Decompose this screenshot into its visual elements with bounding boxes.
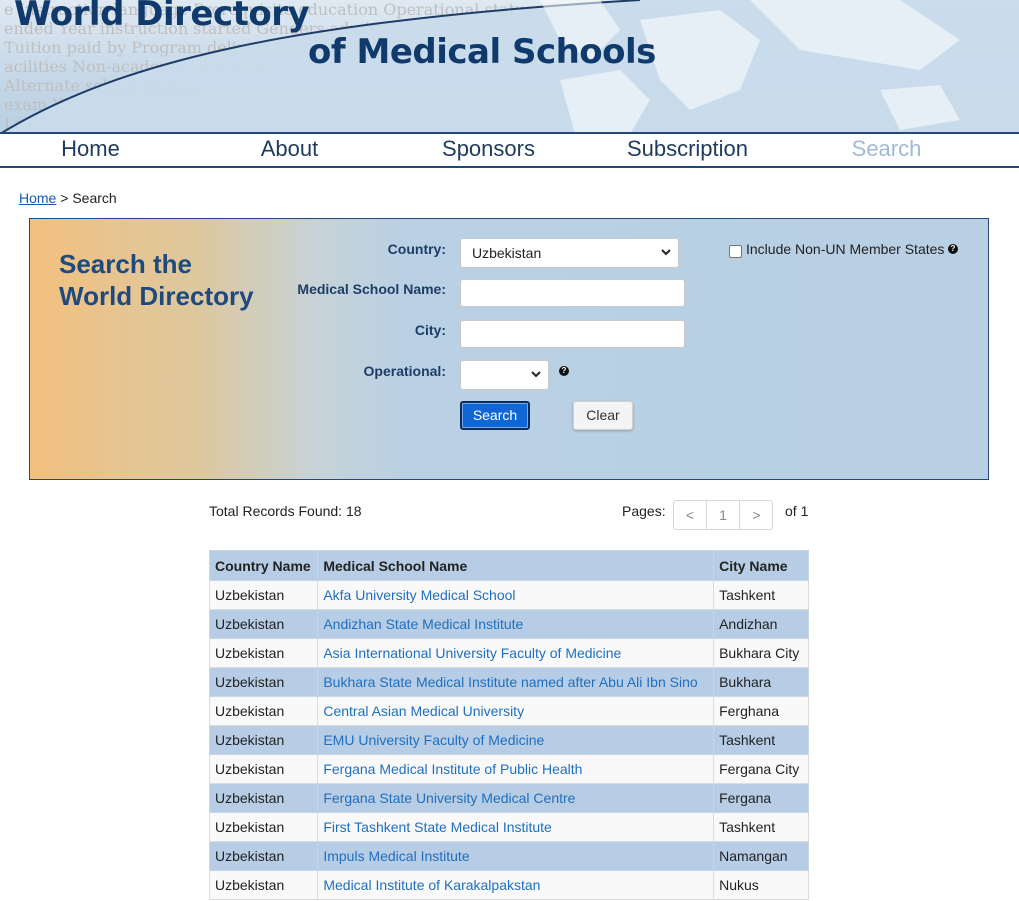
cell-city: Namangan — [713, 841, 809, 871]
column-header-school[interactable]: Medical School Name — [317, 550, 715, 581]
breadcrumb-separator: > — [56, 190, 73, 206]
cell-school: EMU University Faculty of Medicine — [317, 725, 715, 755]
search-panel-title: Search the World Directory — [59, 248, 289, 312]
cell-country: Uzbekistan — [208, 667, 319, 697]
school-link[interactable]: Impuls Medical Institute — [323, 848, 469, 864]
current-page[interactable]: 1 — [707, 501, 740, 529]
cell-city: Ferghana — [713, 696, 809, 726]
cell-school: Akfa University Medical School — [317, 580, 715, 610]
school-link[interactable]: Andizhan State Medical Institute — [323, 616, 523, 632]
clear-button[interactable]: Clear — [573, 401, 633, 430]
school-link[interactable]: Fergana State University Medical Centre — [323, 790, 575, 806]
banner-title-line1: World Directory — [14, 0, 310, 34]
table-row: Uzbekistan Asia International University… — [208, 638, 809, 668]
cell-city: Bukhara — [713, 667, 809, 697]
cell-city: Fergana — [713, 783, 809, 813]
cell-country: Uzbekistan — [208, 725, 319, 755]
cell-city: Tashkent — [713, 812, 809, 842]
total-records: Total Records Found: 18 — [209, 503, 362, 519]
school-link[interactable]: Akfa University Medical School — [323, 587, 515, 603]
school-name-input[interactable] — [460, 279, 685, 307]
cell-school: Fergana Medical Institute of Public Heal… — [317, 754, 715, 784]
operational-select[interactable] — [460, 360, 549, 390]
school-link[interactable]: Fergana Medical Institute of Public Heal… — [323, 761, 582, 777]
site-banner: e Instruction language Prerequisite educ… — [0, 0, 1019, 134]
table-row: Uzbekistan Andizhan State Medical Instit… — [208, 609, 809, 639]
non-un-label: Include Non-UN Member States — [746, 241, 945, 257]
chevron-down-icon — [531, 371, 541, 378]
breadcrumb: Home > Search — [19, 190, 117, 206]
cell-country: Uzbekistan — [208, 638, 319, 668]
cell-country: Uzbekistan — [208, 812, 319, 842]
operational-label: Operational: — [363, 363, 446, 379]
table-row: Uzbekistan EMU University Faculty of Med… — [208, 725, 809, 755]
table-row: Uzbekistan Akfa University Medical Schoo… — [208, 580, 809, 610]
operational-help-icon[interactable]: ? — [559, 366, 569, 376]
column-header-country[interactable]: Country Name — [208, 550, 319, 581]
cell-country: Uzbekistan — [208, 754, 319, 784]
cell-city: Tashkent — [713, 580, 809, 610]
cell-city: Fergana City — [713, 754, 809, 784]
cell-school: First Tashkent State Medical Institute — [317, 812, 715, 842]
cell-city: Nukus — [713, 870, 809, 900]
school-name-label: Medical School Name: — [297, 281, 446, 297]
non-un-checkbox[interactable] — [729, 245, 742, 258]
cell-city: Andizhan — [713, 609, 809, 639]
country-select-value: Uzbekistan — [472, 245, 542, 261]
cell-country: Uzbekistan — [208, 841, 319, 871]
country-select[interactable]: Uzbekistan — [460, 238, 679, 268]
prev-page-button[interactable]: < — [674, 501, 707, 529]
school-link[interactable]: Medical Institute of Karakalpakstan — [323, 877, 540, 893]
breadcrumb-home-link[interactable]: Home — [19, 190, 56, 206]
table-row: Uzbekistan Impuls Medical Institute Nama… — [208, 841, 809, 871]
table-header-row: Country Name Medical School Name City Na… — [208, 550, 809, 581]
table-row: Uzbekistan Fergana State University Medi… — [208, 783, 809, 813]
cell-country: Uzbekistan — [208, 609, 319, 639]
search-button[interactable]: Search — [460, 401, 530, 430]
breadcrumb-current: Search — [72, 190, 117, 206]
results-table: Country Name Medical School Name City Na… — [208, 550, 809, 900]
cell-school: Fergana State University Medical Centre — [317, 783, 715, 813]
country-label: Country: — [387, 241, 446, 257]
page-count: of 1 — [785, 503, 809, 519]
chevron-down-icon — [661, 249, 671, 256]
nav-about[interactable]: About — [190, 136, 389, 162]
search-panel: Search the World Directory Country: Uzbe… — [29, 218, 989, 480]
cell-country: Uzbekistan — [208, 783, 319, 813]
cell-country: Uzbekistan — [208, 580, 319, 610]
school-link[interactable]: First Tashkent State Medical Institute — [323, 819, 552, 835]
column-header-city[interactable]: City Name — [713, 550, 809, 581]
non-un-help-icon[interactable]: ? — [948, 244, 958, 254]
pagination: < 1 > — [673, 500, 773, 530]
cell-school: Andizhan State Medical Institute — [317, 609, 715, 639]
nav-search[interactable]: Search — [787, 136, 986, 162]
school-link[interactable]: Bukhara State Medical Institute named af… — [323, 674, 697, 690]
cell-school: Central Asian Medical University — [317, 696, 715, 726]
cell-school: Impuls Medical Institute — [317, 841, 715, 871]
cell-country: Uzbekistan — [208, 870, 319, 900]
table-row: Uzbekistan Medical Institute of Karakalp… — [208, 870, 809, 900]
pages-label: Pages: — [622, 503, 666, 519]
table-row: Uzbekistan First Tashkent State Medical … — [208, 812, 809, 842]
nav-subscription[interactable]: Subscription — [588, 136, 787, 162]
school-link[interactable]: EMU University Faculty of Medicine — [323, 732, 544, 748]
city-input[interactable] — [460, 320, 685, 348]
table-row: Uzbekistan Bukhara State Medical Institu… — [208, 667, 809, 697]
cell-school: Medical Institute of Karakalpakstan — [317, 870, 715, 900]
city-label: City: — [414, 322, 446, 338]
main-nav: Home About Sponsors Subscription Search — [0, 134, 1019, 168]
next-page-button[interactable]: > — [740, 501, 773, 529]
cell-city: Tashkent — [713, 725, 809, 755]
nav-home[interactable]: Home — [0, 136, 190, 162]
cell-country: Uzbekistan — [208, 696, 319, 726]
cell-city: Bukhara City — [713, 638, 809, 668]
cell-school: Asia International University Faculty of… — [317, 638, 715, 668]
school-link[interactable]: Central Asian Medical University — [323, 703, 524, 719]
cell-school: Bukhara State Medical Institute named af… — [317, 667, 715, 697]
nav-sponsors[interactable]: Sponsors — [389, 136, 588, 162]
banner-title-line2: of Medical Schools — [308, 32, 656, 72]
table-row: Uzbekistan Central Asian Medical Univers… — [208, 696, 809, 726]
table-row: Uzbekistan Fergana Medical Institute of … — [208, 754, 809, 784]
school-link[interactable]: Asia International University Faculty of… — [323, 645, 621, 661]
